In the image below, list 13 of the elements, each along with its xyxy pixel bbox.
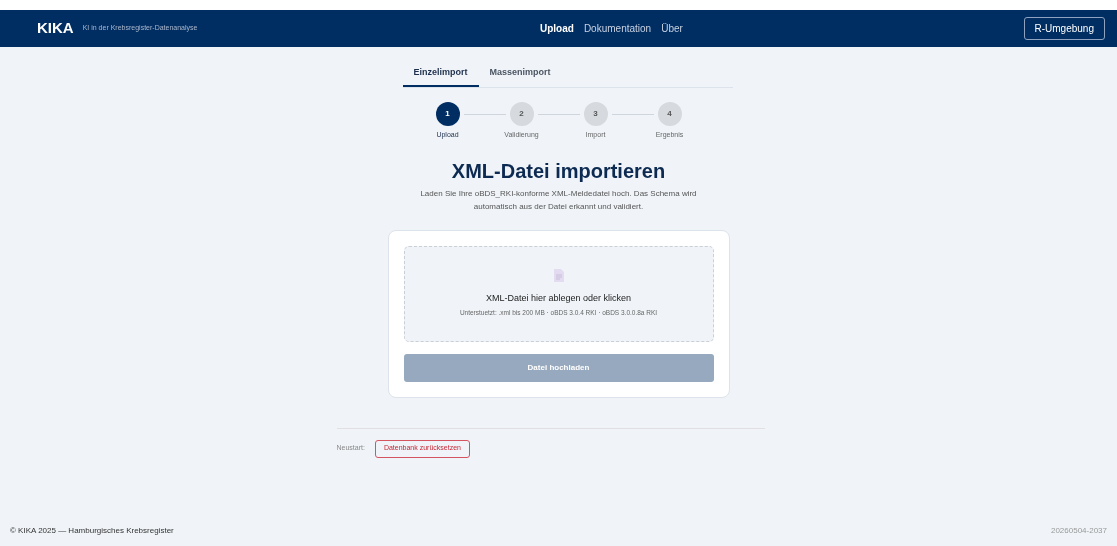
page-description: Laden Sie Ihre oBDS_RKI-konforme XML-Meldedatei hoch. Das Schema wird automatisch aus der Datei erkannt und validiert. <box>419 187 698 213</box>
nav-link[interactable]: Upload <box>540 21 574 36</box>
import-tab[interactable]: Massenimport <box>478 60 562 87</box>
document-icon <box>553 269 564 283</box>
page-title: XML-Datei importieren <box>451 158 666 184</box>
logo: KIKA <box>37 18 74 39</box>
copyright: © KIKA 2025 — Hamburgisches Krebsregister <box>10 525 174 537</box>
dropzone-title: XML-Datei hier ablegen oder klicken <box>485 292 632 306</box>
import-tab[interactable]: Einzelimport <box>402 60 479 87</box>
nav-link[interactable]: Dokumentation <box>583 21 652 36</box>
version: 20260504-2037 <box>1050 525 1107 537</box>
nav-link[interactable]: Über <box>661 21 683 36</box>
r-environment-button[interactable]: R-Umgebung <box>1023 17 1105 40</box>
